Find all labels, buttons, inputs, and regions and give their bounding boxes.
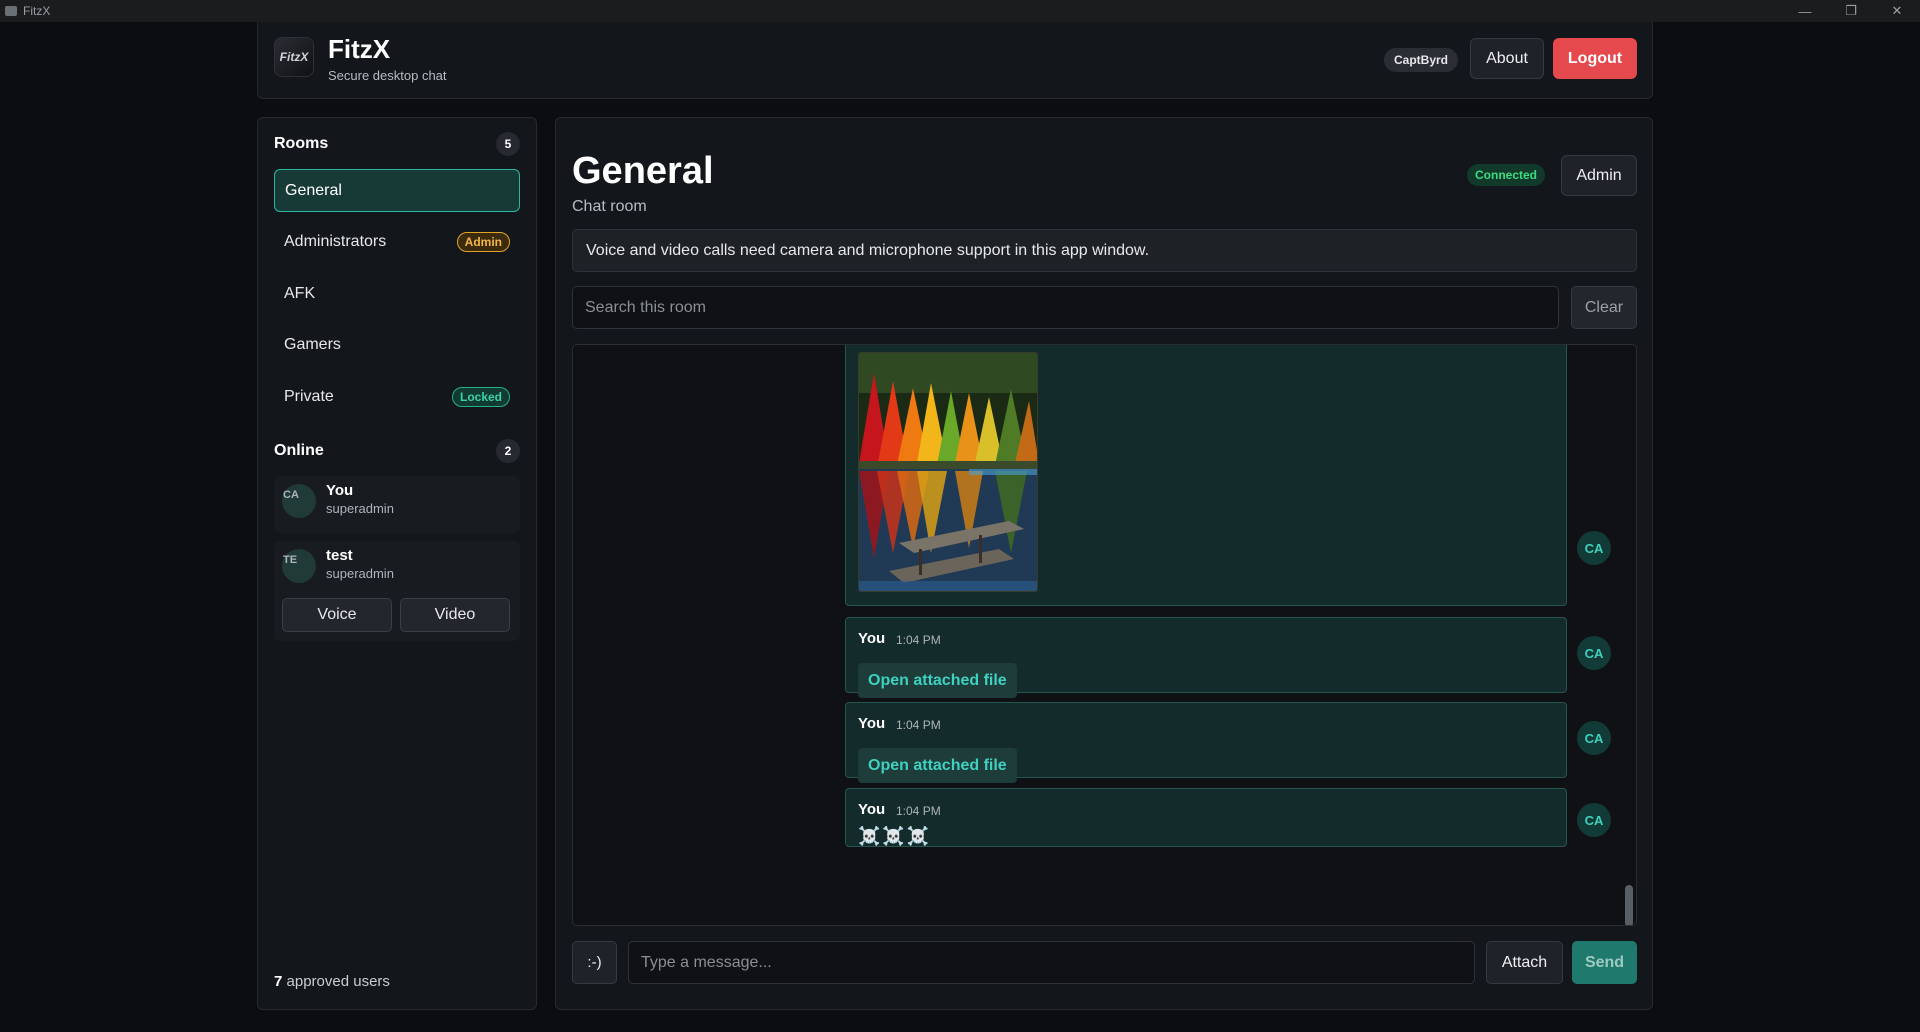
room-subtitle: Chat room [572, 198, 647, 215]
message-text: You 1:04 PM ☠️☠️☠️ [845, 788, 1567, 847]
app-logo: FitzX [274, 37, 314, 77]
message-time: 1:04 PM [896, 804, 941, 818]
online-user-test[interactable]: TE test superadmin Voice Video [274, 541, 520, 641]
approved-count: 7 [274, 973, 283, 990]
room-label: Private [284, 387, 334, 405]
message-avatar: CA [1577, 531, 1611, 565]
user-role: superadmin [326, 566, 394, 581]
message-time: 1:04 PM [896, 718, 941, 732]
message-file: You 1:04 PM Open attached file [845, 702, 1567, 783]
username-badge: CaptByrd [1384, 48, 1459, 72]
autumn-lake-image[interactable] [858, 352, 1038, 592]
window-controls: — ❐ ✕ [1782, 0, 1920, 22]
user-name: test [326, 547, 353, 564]
room-item-general[interactable]: General [274, 169, 520, 212]
avatar: CA [282, 484, 316, 518]
video-call-button[interactable]: Video [400, 598, 510, 632]
room-label: Administrators [284, 232, 387, 250]
message-image [845, 345, 1567, 606]
approved-label: approved users [286, 973, 390, 990]
online-count-badge: 2 [496, 439, 520, 463]
user-role: superadmin [326, 501, 394, 516]
message-input[interactable] [628, 941, 1475, 984]
sidebar: Rooms 5 General Administrators Admin AFK… [257, 117, 537, 1010]
app-title: FitzX [328, 34, 391, 64]
logout-button[interactable]: Logout [1553, 38, 1637, 79]
call-support-notice: Voice and video calls need camera and mi… [572, 229, 1637, 272]
online-header: Online 2 [274, 439, 520, 463]
send-button[interactable]: Send [1572, 941, 1637, 984]
online-title: Online [274, 442, 324, 459]
avatar: TE [282, 549, 316, 583]
message-list[interactable]: CA You 1:04 PM Open attached file CA You… [572, 344, 1637, 926]
room-item-gamers[interactable]: Gamers [274, 323, 520, 366]
room-item-private[interactable]: Private Locked [274, 375, 520, 418]
message-time: 1:04 PM [896, 633, 941, 647]
restore-icon[interactable]: ❐ [1828, 0, 1874, 22]
chat-panel: General Chat room Connected Admin Voice … [555, 117, 1653, 1010]
rooms-title: Rooms [274, 135, 329, 152]
rooms-header: Rooms 5 [274, 132, 520, 156]
autumn-lake-image-art [859, 353, 1037, 591]
user-name: You [326, 482, 354, 499]
room-label: General [285, 181, 342, 199]
admin-button[interactable]: Admin [1561, 155, 1637, 196]
room-item-afk[interactable]: AFK [274, 272, 520, 315]
message-file: You 1:04 PM Open attached file [845, 617, 1567, 698]
message-author: You [858, 801, 886, 818]
rooms-count-badge: 5 [496, 132, 520, 156]
message-body: ☠️☠️☠️ [858, 826, 932, 846]
window-title: FitzX [23, 4, 51, 18]
message-list-scrollbar[interactable] [1625, 885, 1633, 925]
room-title: General [572, 150, 714, 192]
attach-button[interactable]: Attach [1486, 941, 1563, 984]
room-label: Gamers [284, 335, 341, 353]
about-button[interactable]: About [1470, 38, 1544, 79]
app-header: FitzX FitzX Secure desktop chat CaptByrd… [257, 22, 1653, 99]
window-titlebar: FitzX — ❐ ✕ [0, 0, 1920, 22]
emoji-button[interactable]: :-) [572, 941, 617, 984]
clear-search-button[interactable]: Clear [1571, 286, 1637, 329]
approved-users-footer: 7 approved users [274, 973, 390, 990]
voice-call-button[interactable]: Voice [282, 598, 392, 632]
locked-tag: Locked [451, 386, 510, 407]
message-avatar: CA [1577, 721, 1611, 755]
room-label: AFK [284, 284, 316, 302]
room-item-administrators[interactable]: Administrators Admin [274, 220, 520, 263]
open-attached-file-button[interactable]: Open attached file [858, 748, 1017, 783]
app-subtitle: Secure desktop chat [328, 68, 447, 83]
message-avatar: CA [1577, 803, 1611, 837]
connection-status-badge: Connected [1467, 164, 1546, 186]
open-attached-file-button[interactable]: Open attached file [858, 663, 1017, 698]
close-icon[interactable]: ✕ [1874, 0, 1920, 22]
app-icon [5, 6, 17, 16]
message-avatar: CA [1577, 636, 1611, 670]
online-user-you[interactable]: CA You superadmin [274, 476, 520, 533]
message-author: You [858, 630, 886, 647]
minimize-icon[interactable]: — [1782, 0, 1828, 22]
message-author: You [858, 715, 886, 732]
admin-tag: Admin [456, 231, 510, 252]
room-search-input[interactable] [572, 286, 1559, 329]
